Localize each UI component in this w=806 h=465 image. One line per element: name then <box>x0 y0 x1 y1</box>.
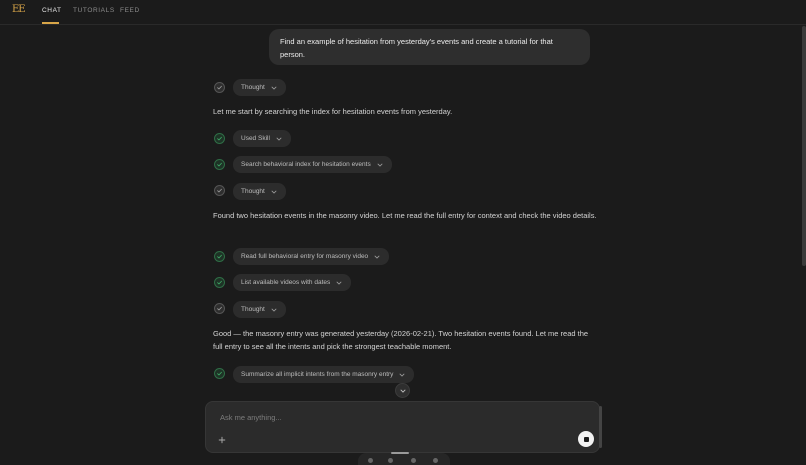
summarize-intents-tool-toggle[interactable]: Summarize all implicit intents from the … <box>233 366 415 383</box>
dock-icon[interactable] <box>433 458 438 463</box>
thought-status-icon <box>214 82 225 93</box>
scroll-to-bottom-button[interactable] <box>395 383 410 398</box>
user-message-bubble: Find an example of hesitation from yeste… <box>269 29 590 65</box>
check-circle-icon <box>214 133 225 144</box>
attach-button[interactable] <box>216 434 227 445</box>
composer-scrollbar[interactable] <box>599 406 602 448</box>
chevron-down-icon <box>377 163 383 167</box>
chip-label: Summarize all implicit intents from the … <box>241 371 394 378</box>
chip-label: Search behavioral index for hesitation e… <box>241 161 371 168</box>
read-entry-tool-toggle[interactable]: Read full behavioral entry for masonry v… <box>233 248 390 265</box>
tab-chat[interactable]: CHAT <box>42 7 62 14</box>
thought-status-icon <box>214 303 225 314</box>
assistant-message: Let me start by searching the index for … <box>213 107 453 116</box>
check-circle-icon <box>214 159 225 170</box>
chat-scrollbar[interactable] <box>802 26 806 266</box>
top-navigation-bar: EE CHAT TUTORIALS FEED <box>0 0 806 25</box>
chip-label: List available videos with dates <box>241 279 331 286</box>
chip-label: Thought <box>241 306 265 313</box>
search-index-tool-toggle[interactable]: Search behavioral index for hesitation e… <box>233 156 392 173</box>
stop-generation-button[interactable] <box>578 431 594 447</box>
chevron-down-icon <box>276 137 282 141</box>
tab-tutorials[interactable]: TUTORIALS <box>73 7 115 14</box>
chevron-down-icon <box>400 389 405 393</box>
assistant-message: Found two hesitation events in the mason… <box>213 211 597 220</box>
chip-label: Thought <box>241 84 265 91</box>
chevron-down-icon <box>271 190 277 194</box>
stop-icon <box>583 436 589 442</box>
check-circle-icon <box>214 277 225 288</box>
message-composer <box>205 401 602 453</box>
chip-label: Read full behavioral entry for masonry v… <box>241 253 369 260</box>
check-circle-icon <box>214 251 225 262</box>
chip-label: Used Skill <box>241 135 270 142</box>
thought-toggle[interactable]: Thought <box>233 79 286 96</box>
dock-icon[interactable] <box>388 458 393 463</box>
thought-status-icon <box>214 185 225 196</box>
dock-icon[interactable] <box>411 458 416 463</box>
chip-label: Thought <box>241 188 265 195</box>
tab-feed[interactable]: FEED <box>120 7 140 14</box>
active-tab-indicator <box>42 22 59 24</box>
plus-icon <box>218 436 225 443</box>
chevron-down-icon <box>374 255 380 259</box>
dock-icon[interactable] <box>368 458 373 463</box>
chevron-down-icon <box>336 281 342 285</box>
used-skill-toggle[interactable]: Used Skill <box>233 130 291 147</box>
chevron-down-icon <box>399 373 405 377</box>
assistant-message: Good — the masonry entry was generated y… <box>213 329 589 351</box>
chevron-down-icon <box>271 86 277 90</box>
thought-toggle[interactable]: Thought <box>233 183 286 200</box>
list-videos-tool-toggle[interactable]: List available videos with dates <box>233 274 352 291</box>
chat-input[interactable] <box>218 408 582 426</box>
thought-toggle[interactable]: Thought <box>233 301 286 318</box>
check-circle-icon <box>214 368 225 379</box>
app-logo[interactable]: EE <box>12 4 26 15</box>
chevron-down-icon <box>271 308 277 312</box>
dock-handle[interactable] <box>391 452 409 454</box>
